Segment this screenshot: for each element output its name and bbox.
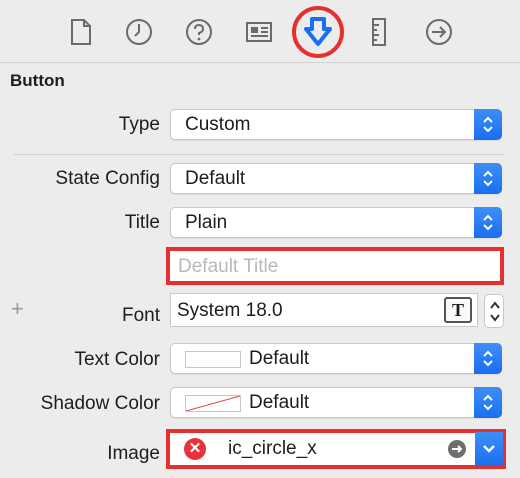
section-title: Button	[10, 71, 65, 90]
type-label: Type	[118, 114, 160, 135]
chevron-updown-icon	[474, 343, 502, 374]
font-value: System 18.0	[177, 300, 283, 321]
font-label: Font	[121, 305, 160, 326]
history-icon[interactable]	[124, 15, 154, 49]
type-popup[interactable]: Custom	[170, 109, 502, 140]
shadow-color-value: Default	[249, 392, 310, 413]
title-label: Title	[124, 212, 160, 233]
file-inspector-icon[interactable]	[66, 15, 96, 49]
title-text-input[interactable]	[176, 253, 500, 281]
shadow-color-label: Shadow Color	[40, 393, 160, 414]
inspector-toolbar	[0, 0, 520, 63]
title-type-value: Plain	[185, 212, 228, 233]
help-icon[interactable]	[184, 15, 214, 49]
text-color-label: Text Color	[74, 349, 160, 370]
text-color-popup[interactable]: Default	[170, 343, 502, 374]
image-value: ic_circle_x	[228, 438, 317, 459]
image-combo-box[interactable]: ✕ ic_circle_x	[166, 429, 506, 469]
connections-icon[interactable]	[424, 15, 454, 49]
identity-icon[interactable]	[244, 15, 274, 49]
attributes-panel: Button Type Custom State Config Default …	[0, 63, 520, 478]
arrow-right-circle-icon[interactable]	[448, 440, 466, 458]
section-divider	[14, 154, 504, 155]
chevron-updown-icon	[474, 109, 502, 140]
state-config-popup[interactable]: Default	[170, 163, 502, 194]
chevron-down-icon[interactable]	[475, 432, 503, 466]
chevron-updown-icon	[474, 163, 502, 194]
chevron-updown-icon	[474, 387, 502, 418]
font-size-stepper[interactable]	[484, 294, 504, 328]
state-config-value: Default	[185, 168, 246, 189]
shadow-color-popup[interactable]: Default	[170, 387, 502, 418]
chevron-updown-icon	[474, 207, 502, 238]
type-value: Custom	[185, 114, 251, 135]
size-inspector-icon[interactable]	[364, 15, 394, 49]
text-color-value: Default	[249, 348, 310, 369]
state-config-label: State Config	[55, 168, 160, 189]
title-text-field-highlight	[166, 247, 504, 285]
image-label: Image	[107, 443, 160, 464]
attributes-inspector-icon[interactable]	[303, 15, 333, 49]
no-color-swatch	[185, 395, 241, 412]
color-swatch	[185, 351, 241, 368]
font-field[interactable]: System 18.0 T	[170, 293, 478, 327]
font-picker-icon[interactable]: T	[444, 297, 472, 323]
error-icon: ✕	[184, 438, 206, 460]
title-type-popup[interactable]: Plain	[170, 207, 502, 238]
